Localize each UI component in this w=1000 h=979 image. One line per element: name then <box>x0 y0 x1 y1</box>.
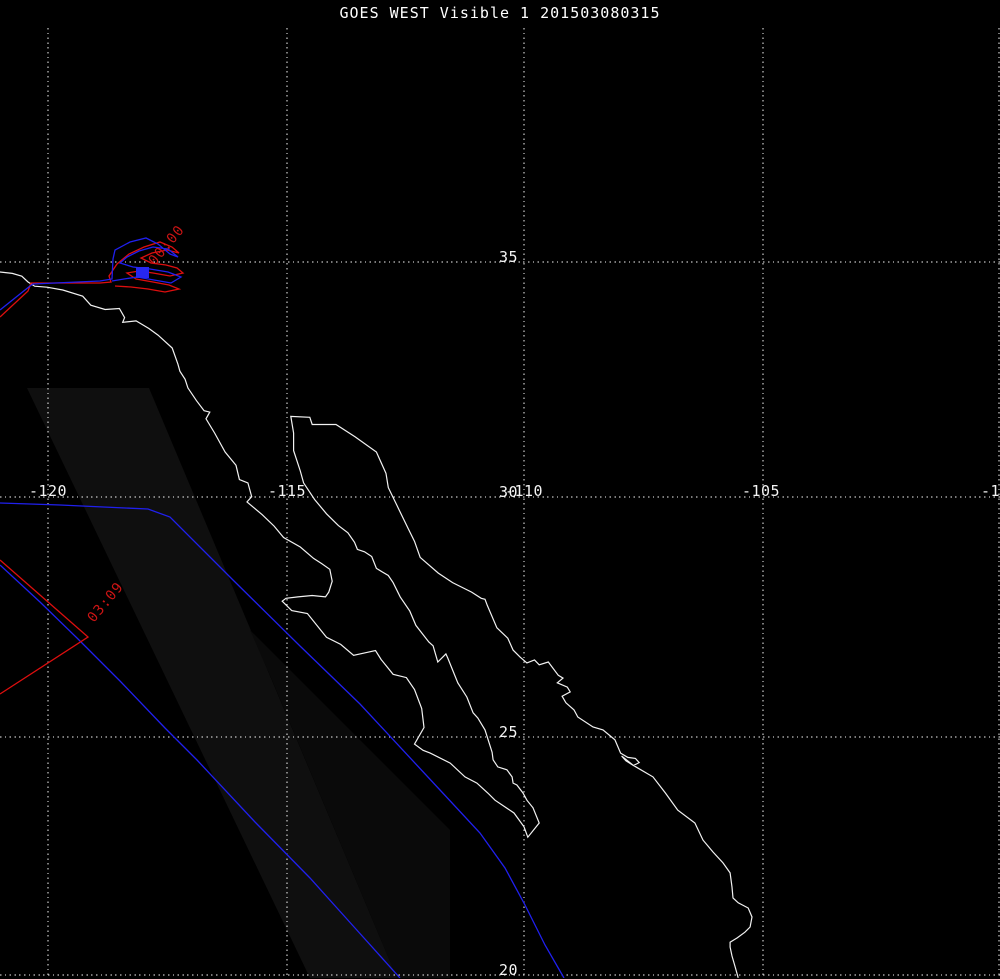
longitude-label: -120 <box>28 482 68 500</box>
longitude-label: -1 <box>980 482 1000 500</box>
longitude-label: -115 <box>267 482 307 500</box>
latitude-label: 20 <box>498 961 518 979</box>
image-title: GOES WEST Visible 1 201503080315 <box>339 4 661 22</box>
position-marker-square <box>136 267 149 278</box>
latitude-label: 30 <box>498 483 518 501</box>
latitude-label: 25 <box>498 723 518 741</box>
satellite-image-display: GOES WEST Visible 1 201503080315 -120 -11… <box>0 0 1000 978</box>
longitude-label: -105 <box>741 482 781 500</box>
track-red-wedge <box>0 559 90 695</box>
terminator-shading <box>27 388 397 978</box>
latitude-label: 35 <box>498 248 518 266</box>
